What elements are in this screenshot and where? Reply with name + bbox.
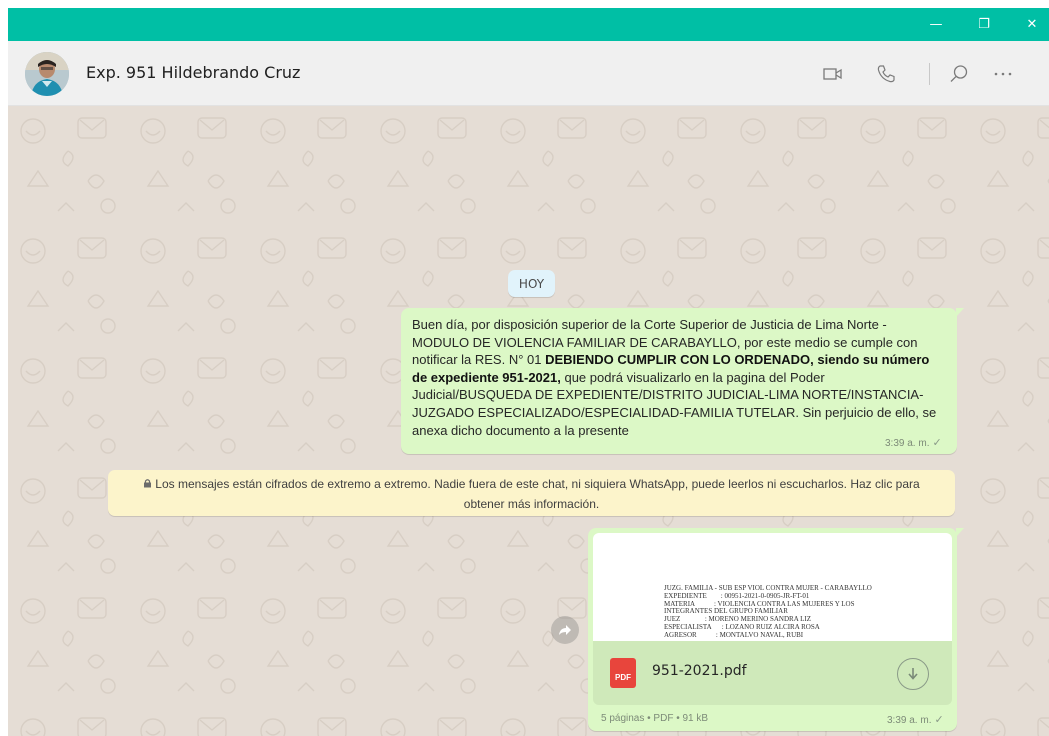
sent-check-icon: ✓ xyxy=(932,437,942,449)
title-bar: — ❐ ✕ xyxy=(8,8,1049,41)
maximize-button[interactable]: ❐ xyxy=(961,8,1007,41)
bubble-tail xyxy=(956,308,964,317)
more-options-button[interactable] xyxy=(988,59,1018,89)
header-divider xyxy=(929,63,930,85)
voice-call-button[interactable] xyxy=(871,59,901,89)
chat-area[interactable]: HOY Buen día, por disposición superior d… xyxy=(8,106,1049,736)
search-button[interactable] xyxy=(944,59,974,89)
lock-icon xyxy=(143,477,152,495)
whatsapp-window: — ❐ ✕ Exp. 951 Hildebrando Cruz HOY Buen… xyxy=(8,8,1049,736)
search-icon xyxy=(950,65,968,82)
document-preview[interactable]: JUZG. FAMILIA - SUB ESP VIOL CONTRA MUJE… xyxy=(593,533,952,641)
phone-icon xyxy=(877,65,895,83)
message-timestamp: 3:39 a. m. ✓ xyxy=(887,713,944,726)
minimize-button[interactable]: — xyxy=(913,8,959,41)
video-call-button[interactable] xyxy=(818,59,848,89)
forward-button[interactable] xyxy=(551,616,579,644)
message-text: Buen día, por disposición superior de la… xyxy=(412,316,944,439)
document-file-row[interactable]: PDF 951-2021.pdf xyxy=(593,641,952,705)
more-options-icon xyxy=(994,72,1012,76)
close-button[interactable]: ✕ xyxy=(1009,8,1049,41)
encryption-notice[interactable]: Los mensajes están cifrados de extremo a… xyxy=(108,470,955,516)
chat-header: Exp. 951 Hildebrando Cruz xyxy=(8,41,1049,106)
timestamp-text: 3:39 a. m. xyxy=(885,438,930,449)
pdf-file-icon: PDF xyxy=(610,658,636,688)
minimize-icon: — xyxy=(929,17,943,32)
sent-check-icon: ✓ xyxy=(934,714,944,726)
avatar[interactable] xyxy=(25,52,69,96)
document-file-name: 951-2021.pdf xyxy=(652,663,747,679)
close-icon: ✕ xyxy=(1026,17,1038,32)
encryption-notice-text: Los mensajes están cifrados de extremo a… xyxy=(155,477,920,511)
video-camera-icon xyxy=(823,68,842,80)
forward-icon xyxy=(559,625,571,635)
message-timestamp: 3:39 a. m. ✓ xyxy=(885,436,942,449)
outgoing-document-message[interactable]: JUZG. FAMILIA - SUB ESP VIOL CONTRA MUJE… xyxy=(588,528,964,731)
preview-line: AGRESOR : MONTALVO NAVAL, RUBI xyxy=(664,630,804,639)
maximize-icon: ❐ xyxy=(978,17,990,32)
outgoing-message[interactable]: Buen día, por disposición superior de la… xyxy=(401,308,964,454)
chat-title[interactable]: Exp. 951 Hildebrando Cruz xyxy=(86,63,300,82)
date-divider: HOY xyxy=(508,270,555,297)
document-meta: 5 páginas • PDF • 91 kB xyxy=(601,713,709,724)
timestamp-text: 3:39 a. m. xyxy=(887,715,932,726)
download-button[interactable] xyxy=(897,658,929,690)
download-icon xyxy=(908,668,918,680)
document-preview-text: JUZG. FAMILIA - SUB ESP VIOL CONTRA MUJE… xyxy=(664,584,872,640)
bubble-tail xyxy=(956,528,964,537)
